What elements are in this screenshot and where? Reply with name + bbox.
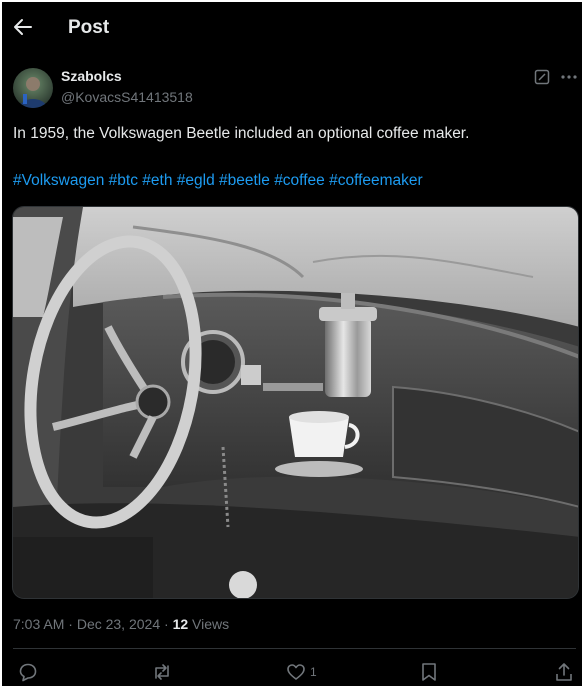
views-count: 12 xyxy=(172,616,189,632)
more-options-button[interactable] xyxy=(560,69,578,85)
hashtag-link[interactable]: #btc xyxy=(109,172,138,189)
repost-icon xyxy=(155,664,169,680)
repost-button[interactable] xyxy=(151,662,173,684)
share-button[interactable] xyxy=(554,662,574,684)
more-icon xyxy=(561,75,577,79)
heart-icon xyxy=(287,664,305,680)
page-title: Post xyxy=(68,17,110,38)
share-icon xyxy=(556,663,572,681)
hashtag-link[interactable]: #coffee xyxy=(274,172,325,189)
grok-button[interactable] xyxy=(534,69,550,85)
post-time[interactable]: 7:03 AM xyxy=(13,616,64,632)
grok-icon xyxy=(534,69,550,85)
hashtag-link[interactable]: #coffeemaker xyxy=(329,172,423,189)
bookmark-button[interactable] xyxy=(420,662,438,684)
hashtags: #Volkswagen #btc #eth #egld #beetle #cof… xyxy=(13,172,573,190)
like-count: 1 xyxy=(310,665,317,679)
hashtag-link[interactable]: #Volkswagen xyxy=(13,172,104,189)
post-date[interactable]: Dec 23, 2024 xyxy=(77,616,160,632)
arrow-left-icon xyxy=(14,19,32,35)
hashtag-link[interactable]: #egld xyxy=(177,172,215,189)
like-button[interactable]: 1 xyxy=(286,662,326,684)
back-button[interactable] xyxy=(12,16,34,38)
post-page: Post Szabolcs @KovacsS41413518 In 1959, … xyxy=(0,0,584,688)
header: Post xyxy=(2,2,586,54)
hashtag-link[interactable]: #beetle xyxy=(219,172,270,189)
post-metadata: 7:03 AM · Dec 23, 2024 · 12 Views xyxy=(13,616,229,632)
divider xyxy=(13,648,576,649)
hashtag-link[interactable]: #eth xyxy=(142,172,172,189)
separator: · xyxy=(164,616,169,632)
bookmark-icon xyxy=(422,663,436,681)
views-label: Views xyxy=(192,616,230,632)
reply-icon xyxy=(19,663,37,682)
post-text: In 1959, the Volkswagen Beetle included … xyxy=(13,125,470,142)
reply-button[interactable] xyxy=(18,662,38,684)
avatar[interactable] xyxy=(13,68,53,108)
post-image[interactable] xyxy=(12,206,579,599)
author-handle[interactable]: @KovacsS41413518 xyxy=(61,89,193,105)
separator: · xyxy=(68,616,73,632)
author-name[interactable]: Szabolcs xyxy=(61,68,122,84)
